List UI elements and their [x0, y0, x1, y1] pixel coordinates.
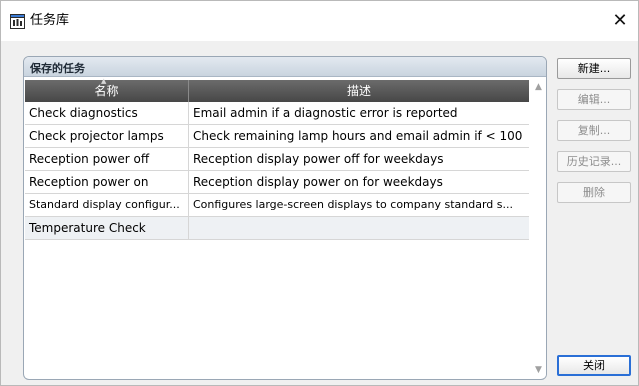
close-button[interactable]: 关闭: [557, 355, 631, 376]
task-name-cell: Check diagnostics: [25, 102, 189, 124]
task-name-cell: Temperature Check: [25, 217, 189, 239]
task-name-cell: Check projector lamps: [25, 125, 189, 147]
group-header: 保存的任务: [24, 57, 546, 77]
table-row[interactable]: Check diagnostics Email admin if a diagn…: [25, 102, 529, 125]
task-table[interactable]: ▲ 名称 描述 Check diagnostics Email admin if…: [25, 77, 529, 378]
task-library-icon: [10, 14, 25, 29]
group-title: 保存的任务: [30, 62, 85, 75]
table-row[interactable]: Standard display configur... Configures …: [25, 194, 529, 217]
edit-button[interactable]: 编辑...: [557, 89, 631, 110]
copy-button[interactable]: 复制...: [557, 120, 631, 141]
new-button[interactable]: 新建...: [557, 58, 631, 79]
chevron-up-icon[interactable]: ▲: [531, 80, 546, 95]
vertical-scrollbar[interactable]: ▲ ▼: [531, 80, 546, 378]
task-library-window: 任务库 ✕ 保存的任务 ▲ 名称 描述 Check diagnostics Em…: [0, 0, 639, 386]
saved-tasks-group: 保存的任务 ▲ 名称 描述 Check diagnostics Email ad…: [23, 56, 547, 380]
task-name-cell: Reception power off: [25, 148, 189, 170]
table-row[interactable]: Check projector lamps Check remaining la…: [25, 125, 529, 148]
column-header-description[interactable]: 描述: [189, 80, 529, 102]
delete-button[interactable]: 删除: [557, 182, 631, 203]
task-description-cell: Check remaining lamp hours and email adm…: [193, 129, 523, 143]
column-header-name-label: 名称: [94, 84, 119, 98]
close-icon[interactable]: ✕: [604, 5, 636, 37]
table-row[interactable]: Reception power off Reception display po…: [25, 148, 529, 171]
task-description-cell: Configures large-screen displays to comp…: [193, 198, 513, 211]
chevron-down-icon[interactable]: ▼: [531, 363, 546, 378]
window-title: 任务库: [30, 13, 70, 28]
task-description-cell: Reception display power on for weekdays: [193, 175, 443, 189]
task-name-cell: Standard display configur...: [25, 194, 189, 216]
table-body: Check diagnostics Email admin if a diagn…: [25, 102, 529, 240]
dialog-content: 保存的任务 ▲ 名称 描述 Check diagnostics Email ad…: [1, 41, 638, 385]
table-header: ▲ 名称 描述: [25, 77, 529, 102]
history-button[interactable]: 历史记录...: [557, 151, 631, 172]
title-bar: 任务库 ✕: [1, 1, 638, 41]
task-description-cell: [189, 217, 529, 239]
task-description-cell: Reception display power off for weekdays: [193, 152, 444, 166]
sort-up-icon: ▲: [101, 77, 107, 85]
table-row[interactable]: Temperature Check: [25, 217, 529, 240]
task-description-cell: Email admin if a diagnostic error is rep…: [193, 106, 458, 120]
task-name-cell: Reception power on: [25, 171, 189, 193]
table-row[interactable]: Reception power on Reception display pow…: [25, 171, 529, 194]
column-header-name[interactable]: ▲ 名称: [25, 77, 189, 102]
